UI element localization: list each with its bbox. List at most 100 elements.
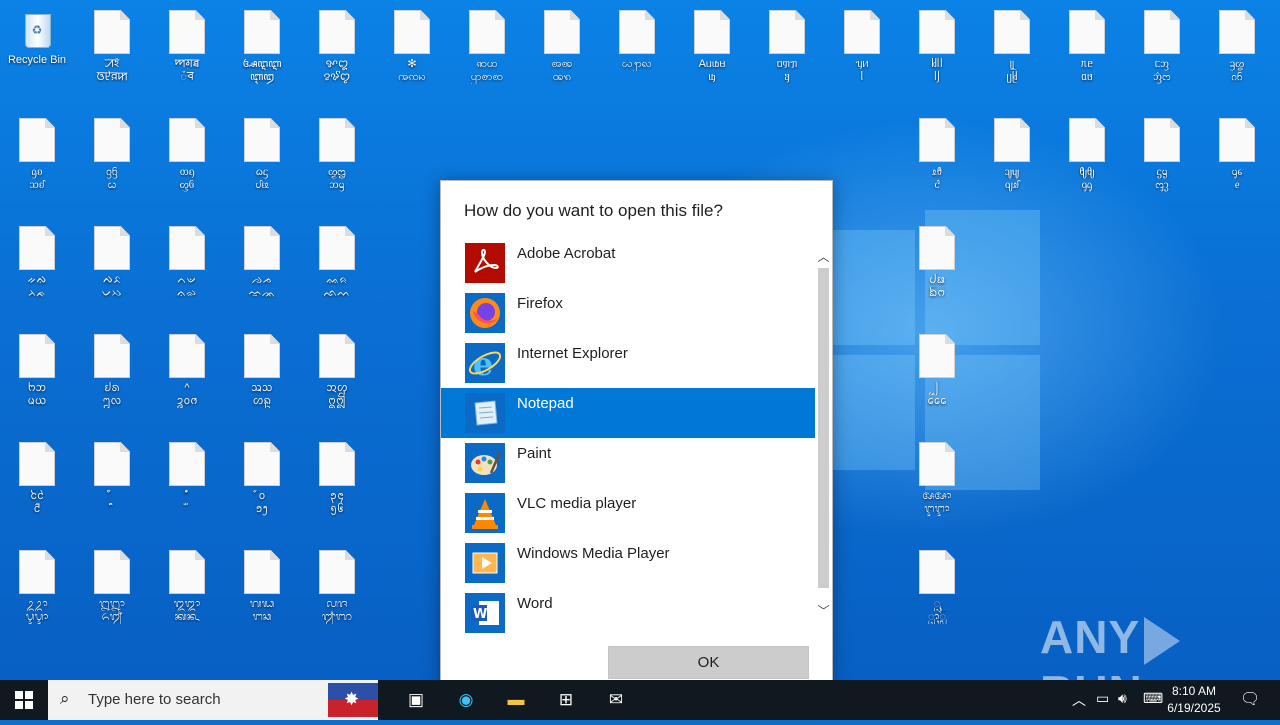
desktop-file-icon[interactable]: ᨀᨁ ᨂᨃ [0,216,74,316]
notifications-icon[interactable]: 🗨︎ [1240,689,1260,709]
desktop-file-icon[interactable]: ᧃᧄ ᧅᧆ [1125,108,1199,208]
desktop-file-icon[interactable]: ꨀꨁ ꨂꨃꨄ [300,0,374,100]
desktop-file-icon[interactable]: ᦻᦼ ᦽᦾ [975,108,1049,208]
file-icon [94,550,130,594]
file-label: ꨂꨃꨄ [323,71,351,83]
desktop-file-icon[interactable]: ꦄꦅꦆ ꦇꦈ [225,0,299,100]
file-label: ᦃᦄ [1229,58,1245,70]
scroll-thumb[interactable] [818,268,829,588]
mail-icon[interactable]: ✉ [592,680,640,720]
app-list-scrollbar[interactable]: ︿ ﹀ [815,238,832,626]
app-item-paint[interactable]: Paint [441,438,815,488]
file-label: ᨾᨿ [27,395,47,407]
desktop-file-icon[interactable]: ᥡᥢ ᥣ [825,0,899,100]
desktop-file-icon[interactable]: ^ ᩄᩅᩆ [150,324,224,424]
file-label: ᨄᨅ [102,274,122,286]
app-item-windows-media-player[interactable]: Windows Media Player [441,538,815,588]
file-label: Aᥙᥚᥛ [698,58,726,70]
desktop-file-icon[interactable]: ᥰᥱ ᥲᥳ [1050,0,1124,100]
file-label: ꠋꠌ [180,71,194,83]
desktop-file-icon[interactable]: ✻ ꩠꩡꩢ [375,0,449,100]
file-label: ᥜ [708,71,716,83]
desktop-file-icon[interactable]: ꠈꠉꠊꠋꠌ [150,0,224,100]
desktop-file-icon[interactable]: ꩣꩤ ꩥꩦꩧ [450,0,524,100]
desktop-file-icon[interactable]: ᦃᦄ ᦅᦆ [1200,0,1274,100]
start-button[interactable] [0,680,48,720]
desktop-file-icon[interactable]: ꩬꩭꩮ [600,0,674,100]
desktop-file-icon[interactable]: ᬕᬖ ᬗᬘ [225,540,299,640]
app-item-word[interactable]: W Word [441,588,815,634]
file-label: ꩬꩭꩮ [621,58,652,70]
file-icon [769,10,805,54]
file-icon [244,334,280,378]
desktop-file-icon[interactable]: ᬍᬎ ᬏᬐ [75,540,149,640]
desktop-file-icon[interactable]: ᬅᬆ ᬇᬈ [900,432,974,532]
network-icon[interactable]: ▭ [1096,690,1109,707]
app-item-notepad[interactable]: Notepad [441,388,815,438]
desktop-file-icon[interactable]: ᩇᩈ ᩉᩊ [225,324,299,424]
desktop-file-icon[interactable]: ᨈᨉ ᨊᨋ [150,216,224,316]
file-explorer-icon[interactable]: ▬ [492,680,540,720]
recycle-bin-label: Recycle Bin [7,54,67,66]
file-label: ᨊᨋ [177,287,197,299]
file-label: ᨼᨽ [27,382,47,394]
app-name: Windows Media Player [517,545,670,562]
edge-icon[interactable]: ◉ [442,680,490,720]
taskbar-search-box[interactable]: ⌕ Type here to search [48,680,378,720]
file-label: ᬏᬐ [101,611,123,623]
desktop-file-icon[interactable]: ᨄᨅ ᨆᨇ [75,216,149,316]
desktop-file-icon[interactable]: ᦸᦹ ᦺ [900,108,974,208]
desktop-file-icon[interactable]: ᩬᩭᩮᩯ [900,324,974,424]
file-icon [169,226,205,270]
file-label: ᥧᥨ [1009,58,1015,70]
desktop-file-icon[interactable]: ᦿᧀ ᧁᧂ [1050,108,1124,208]
desktop-file-icon[interactable]: ᨐᨑ ᨒᨓ [300,216,374,316]
desktop-file-icon[interactable]: ᨌᨍ ᨎᨏ [225,216,299,316]
file-label: ᥡᥢ [855,58,869,70]
volume-icon[interactable]: 🔊︎ [1118,690,1127,707]
task-view-icon[interactable]: ▣ [392,680,440,720]
desktop-file-icon[interactable]: ᦒᦓ ᦔᦕ [225,108,299,208]
desktop-file-icon[interactable]: ᬹᬺᬻᬼ [900,540,974,640]
file-label: ᥰᥱ [1080,58,1094,70]
recycle-bin[interactable]: ♻ Recycle Bin [0,0,74,100]
chevron-down-icon[interactable]: ﹀ [815,602,832,618]
store-icon[interactable]: ⊞ [542,680,590,720]
file-label: ᨒᨓ [323,287,351,299]
desktop-file-icon[interactable]: ᪃᪄ ᪅᪆ [300,432,374,532]
desktop-file-icon[interactable]: ᥴᦀ ᦁᦂ [1125,0,1199,100]
chevron-up-icon[interactable]: ︿ [815,248,832,264]
file-label: ꦇꦈ [249,71,274,83]
desktop-file-icon[interactable]: ᨸᨹ ᨺᨻ [900,216,974,316]
desktop-file-icon[interactable]: ꩨꩩ ꩪꩫ [525,0,599,100]
chevron-up-icon[interactable]: ︿ [1072,690,1086,710]
app-item-firefox[interactable]: Firefox [441,288,815,338]
desktop-file-icon[interactable]: ᩴ᩵᩶᩷ [75,432,149,532]
desktop-file-icon[interactable]: ᦖᦗ ᦘᦙ [300,108,374,208]
desktop-file-icon[interactable]: ᩼᪀ ᪁᪂ [225,432,299,532]
app-item-internet-explorer[interactable]: e Internet Explorer [441,338,815,388]
taskbar-clock[interactable]: 8:10 AM 6/19/2025 [1154,683,1234,717]
file-label: ᦖᦗ [328,166,346,178]
desktop-file-icon[interactable]: ꠀꠁꠂ ꠃꠄꠅꠇ [75,0,149,100]
app-item-vlc[interactable]: VLC media player [441,488,815,538]
desktop-file-icon[interactable]: ᬉᬊ ᬋᬌ [0,540,74,640]
desktop-file-icon[interactable]: ᩋᩌ ᩍᩎ [300,324,374,424]
desktop-file-icon[interactable]: ᬙᬚ ᬛᬜ [300,540,374,640]
desktop-file-icon[interactable]: ᬑᬒ ᬓᬔ [150,540,224,640]
desktop-file-icon[interactable]: ᥝᥞᥟ ᥠ [750,0,824,100]
desktop-file-icon[interactable]: ᧇᧈ ᧉ [1200,108,1274,208]
desktop-file-icon[interactable]: ᥤᥥ ᥦ [900,0,974,100]
desktop-file-icon[interactable]: Aᥙᥚᥛ ᥜ [675,0,749,100]
desktop-file-icon[interactable]: ᩀᩁ ᩂᩃ [75,324,149,424]
desktop-file-icon[interactable]: ᦋᦌ ᦍ [75,108,149,208]
file-label: ᬓᬔ [174,611,200,623]
desktop-file-icon[interactable]: ᩰᩱᩲᩳ [0,432,74,532]
app-item-adobe-acrobat[interactable]: Adobe Acrobat [441,238,815,288]
desktop-file-icon[interactable]: ᥧᥨ ᥩᥪ [975,0,1049,100]
desktop-file-icon[interactable]: ᨼᨽ ᨾᨿ [0,324,74,424]
desktop-file-icon[interactable]: ᩸᩹᩺᩻ [150,432,224,532]
ok-button[interactable]: OK [608,646,809,679]
desktop-file-icon[interactable]: ᦇᦈ ᦉᦊ [0,108,74,208]
desktop-file-icon[interactable]: ᦎᦏ ᦐᦑ [150,108,224,208]
